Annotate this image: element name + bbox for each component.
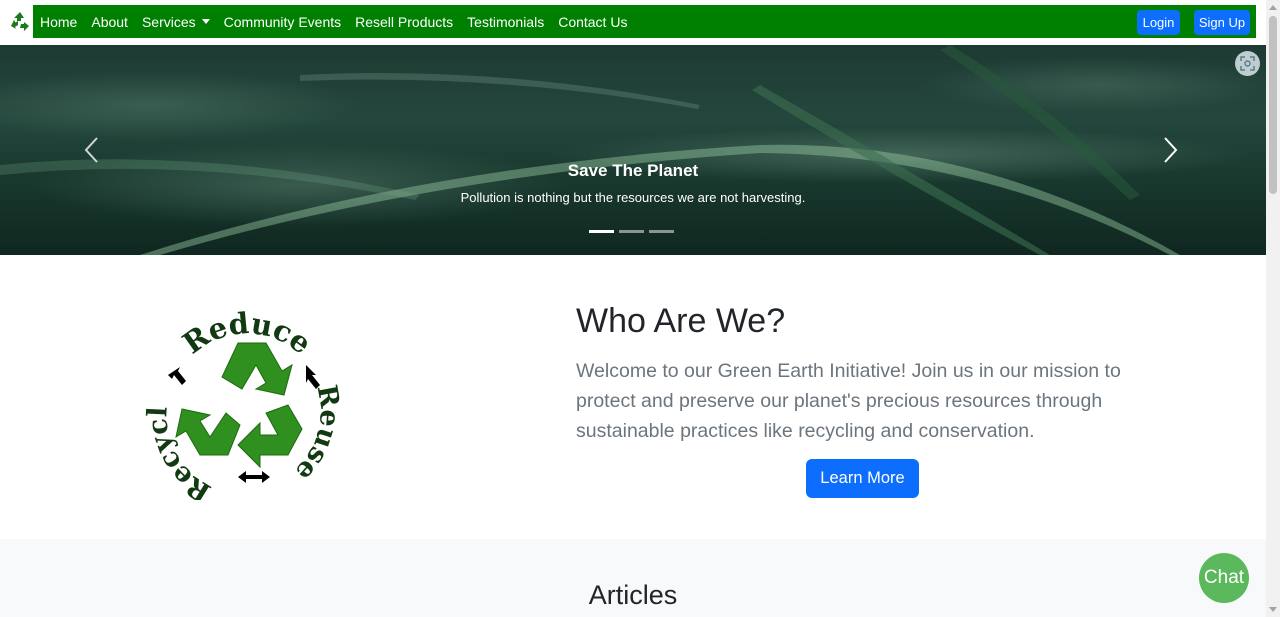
site-header: Home About Services Community Events Res… [0,0,1266,45]
nav-link-home[interactable]: Home [40,14,77,30]
navbar: Home About Services Community Events Res… [33,5,1256,38]
hero-carousel: Save The Planet Pollution is nothing but… [0,45,1266,255]
carousel-indicators [589,230,679,233]
carousel-indicator-1[interactable] [589,230,614,233]
nav-link-services-label: Services [141,13,196,30]
reduce-reuse-recycle-logo: Reduce Reuse Recycle [138,305,343,500]
chat-button[interactable]: Chat [1199,553,1249,603]
grass-background-image [0,45,1180,255]
caret-down-icon [201,19,210,24]
articles-title: Articles [588,580,678,610]
recycle-icon[interactable] [6,9,34,35]
carousel-text: Pollution is nothing but the resources w… [460,190,806,205]
about-description: Welcome to our Green Earth Initiative! J… [576,360,1121,442]
carousel-title: Save The Planet [567,161,699,180]
learn-more-button[interactable]: Learn More [806,459,919,498]
scroll-thumb[interactable] [1269,16,1277,194]
carousel-indicator-3[interactable] [649,230,674,233]
nav-link-community-events[interactable]: Community Events [224,14,341,30]
nav-link-about[interactable]: About [91,14,128,30]
articles-section: Articles [0,539,1266,617]
page-scrollbar[interactable] [1266,0,1280,617]
screen-capture-icon[interactable] [1235,51,1260,76]
nav-links: Home About Services Community Events Res… [33,5,641,38]
nav-dropdown-services[interactable]: Services [142,14,210,30]
nav-link-resell-products[interactable]: Resell Products [355,14,453,30]
scroll-up-icon[interactable] [1269,5,1277,10]
nav-link-testimonials[interactable]: Testimonials [467,14,544,30]
signup-button[interactable]: Sign Up [1194,10,1250,35]
login-button[interactable]: Login [1137,10,1180,35]
carousel-indicator-2[interactable] [619,230,644,233]
about-title: Who Are We? [576,302,786,340]
nav-link-contact-us[interactable]: Contact Us [558,14,627,30]
scroll-down-icon[interactable] [1269,607,1277,612]
